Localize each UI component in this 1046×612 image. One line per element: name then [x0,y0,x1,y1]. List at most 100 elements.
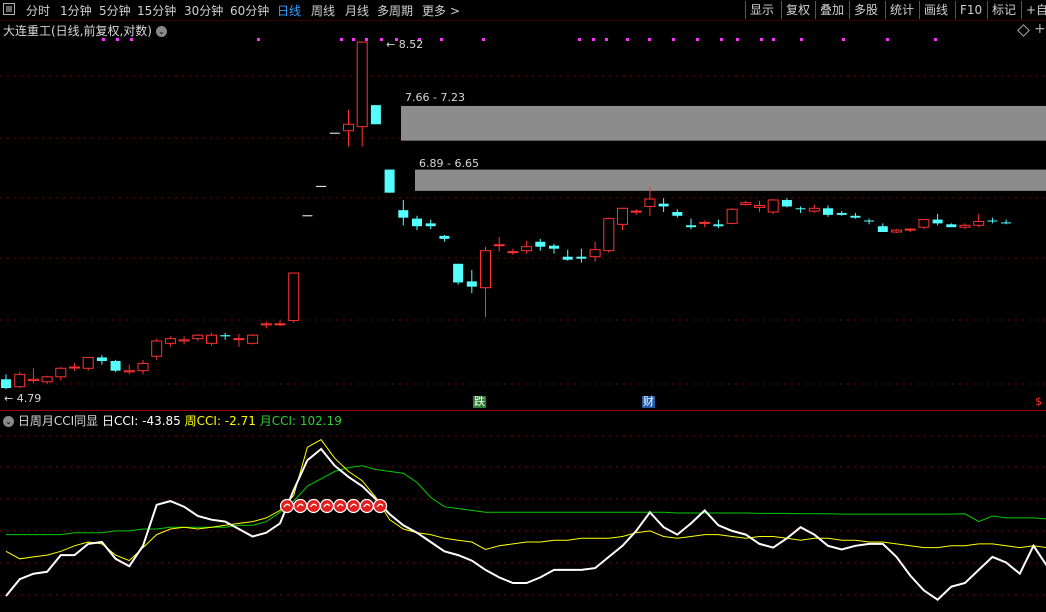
add-custom-button[interactable]: +自 [1021,1,1046,19]
candle-body [589,249,601,258]
gap-zone-2 [415,169,1046,191]
candle-body [603,218,615,252]
day-cci-line [5,447,1046,601]
cai-marker[interactable]: 财 [642,396,655,408]
candle [959,223,971,230]
candle-body [946,224,957,228]
die-marker[interactable]: 跌 [473,396,486,408]
candle-body [549,245,559,249]
candle-body [823,208,833,215]
candle-body [699,221,711,224]
candle-body [781,199,792,207]
candle [206,332,217,346]
signal-icon-circle [306,498,321,514]
candle-body [932,219,943,224]
mark-button[interactable]: 标记 [987,1,1021,19]
signal-dot [440,38,443,41]
signal-icon [333,498,348,514]
candlestick-chart[interactable] [0,20,1046,410]
candle [14,371,26,388]
candle [343,109,354,147]
month-cci-line [6,465,1046,536]
gap-zone-2-label: 6.89 - 6.65 [419,157,479,170]
high-price-value: 8.52 [398,38,424,51]
candle-body [14,373,26,388]
candle-body [987,220,998,222]
candle-body [192,334,204,340]
signal-dot [102,38,105,41]
signal-dot [626,38,629,41]
tab-5min[interactable]: 5分钟 [99,2,131,19]
candle [480,246,491,318]
candle-body [220,335,231,337]
signal-icon-circle [293,498,308,514]
candle [836,211,847,216]
signal-dot [592,38,595,41]
candle [398,199,409,226]
tab-intraday[interactable]: 分时 [26,2,50,19]
candle [521,240,533,254]
tab-15min[interactable]: 15分钟 [137,2,176,19]
candle [576,248,587,263]
dollar-marker[interactable]: $ [1034,396,1043,408]
signal-dot [672,38,675,41]
candle-body [658,203,669,207]
signal-dot [578,38,581,41]
candle-body [808,207,820,212]
candle [55,367,67,381]
adjust-button[interactable]: 复权 [781,1,815,19]
candle [918,219,930,230]
week-cci-line [5,439,1046,562]
candle-body [288,272,300,321]
candle [973,213,985,228]
candle-body [959,224,971,228]
candle-body [904,228,916,231]
candle [987,217,998,224]
signal-dot [696,38,699,41]
candle [274,320,286,327]
candle [151,338,163,360]
candle [137,359,149,375]
tab-multi-period[interactable]: 多周期 [377,2,413,19]
candle [96,355,107,365]
candle [658,198,669,213]
signal-dot [772,38,775,41]
signal-icon-circle [359,498,374,514]
tab-weekly[interactable]: 周线 [311,2,335,19]
display-button[interactable]: 显示 [745,1,781,19]
window-menu-icon[interactable] [3,3,15,15]
candle [726,208,738,225]
signal-dot [380,38,383,41]
overlay-button[interactable]: 叠加 [815,1,849,19]
candle-body [521,246,533,252]
tab-1min[interactable]: 1分钟 [60,2,92,19]
multi-stock-button[interactable]: 多股 [849,1,885,19]
candle [493,236,505,252]
candle [672,209,683,218]
candle [630,209,642,215]
tab-30min[interactable]: 30分钟 [184,2,223,19]
candle-body [425,223,436,227]
signal-dot [365,38,368,41]
draw-line-button[interactable]: 画线 [919,1,955,19]
candle-body [493,244,505,247]
tab-60min[interactable]: 60分钟 [230,2,269,19]
candle [808,204,820,213]
candle-body [630,210,642,213]
candle [69,363,80,371]
candle [466,269,477,294]
tab-daily[interactable]: 日线 [277,2,301,19]
tab-monthly[interactable]: 月线 [345,2,369,19]
statistics-button[interactable]: 统计 [885,1,919,19]
candle [192,334,204,341]
cci-indicator-chart[interactable] [0,411,1046,612]
f10-button[interactable]: F10 [955,1,987,19]
signal-dot [886,38,889,41]
candle [370,105,381,125]
candle [247,334,259,345]
candle-body [877,226,888,233]
candle-body [767,199,779,213]
signal-dot [130,38,133,41]
tab-more[interactable]: 更多 > [422,2,460,19]
candle [932,213,943,226]
